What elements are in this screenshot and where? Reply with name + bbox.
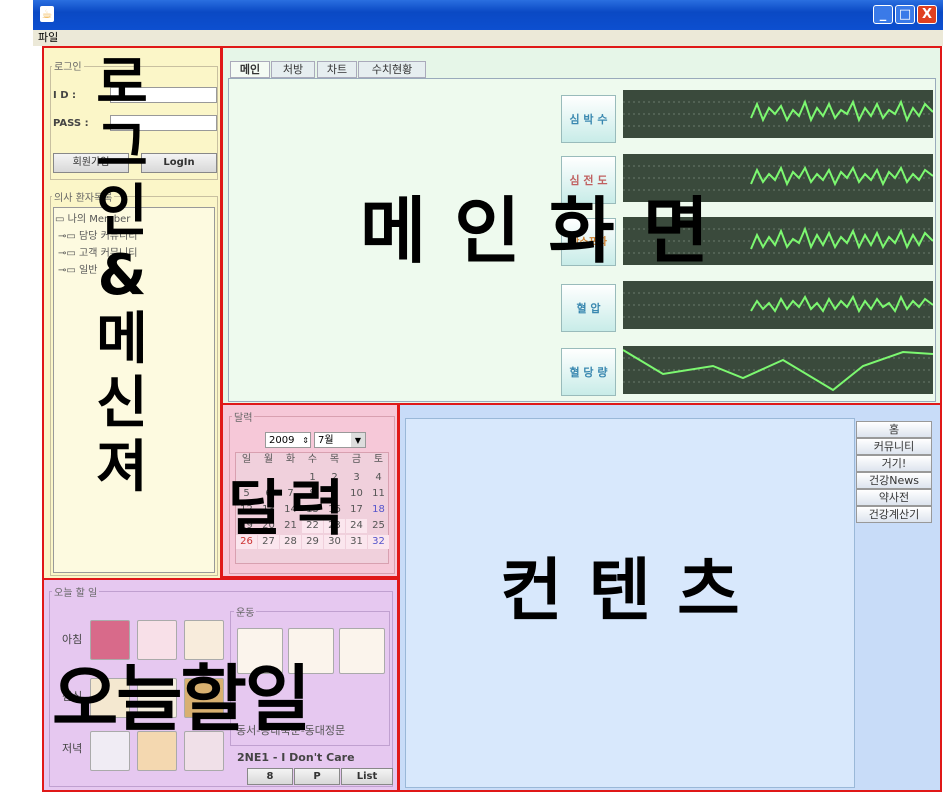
- folder-icon: ⊸▭: [58, 265, 76, 276]
- calendar-day[interactable]: 11: [368, 487, 389, 501]
- nav-there[interactable]: 거기!: [856, 455, 932, 472]
- nav-home[interactable]: 홈: [856, 421, 932, 438]
- tab-chart[interactable]: 차트: [317, 61, 357, 78]
- java-app-icon: ☕: [40, 6, 54, 22]
- heart-rate-graph: [623, 90, 933, 138]
- tab-main[interactable]: 메인: [230, 61, 270, 78]
- nav-community[interactable]: 커뮤니티: [856, 438, 932, 455]
- tab-stats[interactable]: 수치현황: [358, 61, 426, 78]
- menu-bar: 파일: [33, 30, 943, 46]
- blood-sugar-button[interactable]: 혈 당 량: [561, 348, 616, 396]
- nav-health-news[interactable]: 건강News: [856, 472, 932, 489]
- login-messenger-annotation: 로그인&메신져: [96, 51, 148, 500]
- music-play-button[interactable]: P: [294, 768, 340, 785]
- calendar-annotation: 달력: [228, 474, 351, 544]
- music-title: 2NE1 - I Don't Care: [237, 751, 355, 764]
- login-legend: 로그인: [52, 58, 84, 73]
- music-list-button[interactable]: List: [341, 768, 393, 785]
- blood-sugar-graph: [623, 346, 933, 394]
- minimize-button[interactable]: _: [873, 5, 893, 24]
- month-select[interactable]: 7월 ▼: [314, 432, 366, 448]
- chevron-down-icon[interactable]: ▼: [351, 433, 365, 447]
- blood-pressure-button[interactable]: 혈 압: [561, 284, 616, 332]
- folder-icon: ⊸▭: [58, 231, 76, 242]
- exercise-legend: 운동: [234, 604, 257, 619]
- calendar-day[interactable]: 32: [368, 535, 389, 549]
- id-label: I D :: [53, 90, 76, 101]
- tab-prescription[interactable]: 처방: [271, 61, 315, 78]
- main-screen-annotation: 메인화면: [360, 189, 737, 273]
- folder-icon: ▭: [55, 214, 65, 225]
- close-button[interactable]: X: [917, 5, 937, 24]
- contents-annotation: 컨텐츠: [500, 552, 766, 631]
- folder-icon: ⊸▭: [58, 248, 76, 259]
- music-prev-button[interactable]: 8: [247, 768, 293, 785]
- maximize-button[interactable]: □: [895, 5, 915, 24]
- heart-rate-button[interactable]: 심 박 수: [561, 95, 616, 143]
- pass-label: PASS :: [53, 118, 89, 129]
- todo-annotation: 오늘할일: [52, 657, 311, 741]
- title-bar: [33, 0, 943, 30]
- login-button[interactable]: LogIn: [141, 153, 217, 173]
- calendar-day[interactable]: 25: [368, 519, 389, 533]
- weekday-sat: 토: [373, 454, 384, 465]
- spinner-arrows-icon[interactable]: ⇕: [302, 433, 309, 448]
- exercise-image[interactable]: [339, 628, 385, 674]
- blood-pressure-graph: [623, 281, 933, 329]
- todo-legend: 오늘 할 일: [52, 584, 100, 599]
- nav-drug-dictionary[interactable]: 약사전: [856, 489, 932, 506]
- calendar-day[interactable]: 4: [368, 471, 389, 485]
- calendar-day[interactable]: 18: [368, 503, 389, 517]
- year-spinner[interactable]: 2009 ⇕: [265, 432, 311, 448]
- nav-health-calculator[interactable]: 건강계산기: [856, 506, 932, 523]
- menu-file[interactable]: 파일: [38, 31, 58, 44]
- calendar-legend: 달력: [232, 409, 255, 424]
